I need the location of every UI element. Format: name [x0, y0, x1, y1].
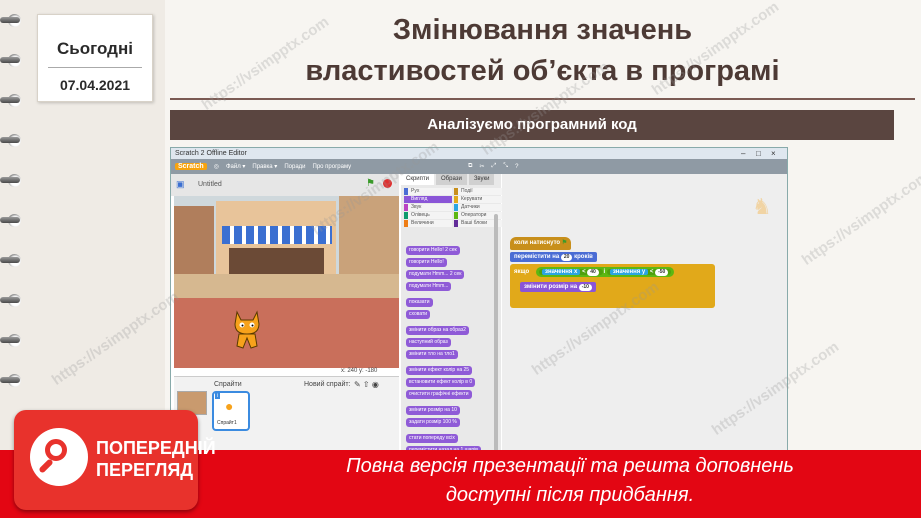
preview-badge: ПОПЕРЕДНІЙ ПЕРЕГЛЯД [14, 410, 216, 510]
palette-block[interactable]: говорити Hello! 2 сек [406, 246, 460, 255]
and-operator-block[interactable]: значення x < 40 і значення y < -50 [536, 267, 675, 277]
menu-file[interactable]: Файл ▾ [226, 163, 245, 170]
tab-scripts[interactable]: Скрипти [401, 174, 434, 185]
grow-icon[interactable]: ⤢ [491, 163, 496, 170]
if-block[interactable]: якщо значення x < 40 і значення y < -50 … [510, 264, 715, 308]
project-title[interactable]: Untitled [198, 181, 222, 188]
binder-rings [0, 6, 26, 406]
close-icon[interactable]: × [771, 148, 776, 159]
palette-block[interactable]: говорити Hello! [406, 258, 447, 267]
sprite-name: Спрайт1 [217, 420, 237, 426]
preview-line2: ПЕРЕГЛЯД [96, 460, 194, 480]
palette-scrollbar[interactable] [494, 214, 498, 464]
if-label: якщо [514, 269, 530, 275]
category-pen[interactable]: Олівець [404, 212, 452, 219]
slide-title-line1: Змінювання значень [392, 14, 693, 46]
help-icon[interactable]: ? [515, 164, 518, 170]
sprite-thumbnail[interactable]: i ● Спрайт1 [212, 391, 250, 431]
lesson-date: 07.04.2021 [59, 77, 131, 93]
category-list: Рух Події Вигляд Керувати Звук Датчики О… [401, 185, 502, 230]
globe-icon[interactable]: ◎ [214, 163, 219, 170]
category-sound[interactable]: Звук [404, 204, 452, 211]
preview-line1: ПОПЕРЕДНІЙ [96, 438, 216, 458]
when-flag-clicked-block[interactable]: коли натиснуто ⚑ [510, 237, 572, 250]
minimize-icon[interactable]: – [741, 148, 745, 159]
palette-block[interactable]: наступний образ [406, 338, 451, 347]
y-position-block[interactable]: значення y [609, 269, 649, 275]
menu-edit[interactable]: Правка ▾ [252, 163, 277, 170]
slide-title: Змінювання значень властивостей об’єкта … [170, 10, 915, 92]
delete-icon[interactable]: ✂ [479, 163, 484, 170]
cat-thumb-icon: ● [225, 398, 234, 414]
window-title: Scratch 2 Offline Editor [175, 150, 247, 157]
sprite-ghost-icon: ♞ [752, 194, 772, 219]
stop-icon[interactable] [383, 179, 392, 188]
palette-block[interactable]: сховати [406, 310, 431, 319]
tab-costumes[interactable]: Образи [436, 174, 467, 185]
palette-block[interactable]: стати попереду всіх [406, 434, 458, 443]
scripts-area[interactable]: ♞ коли натиснуто ⚑ перемістити на 20 кро… [502, 174, 787, 479]
menu-bar: Scratch ◎ Файл ▾ Правка ▾ Поради Про про… [171, 159, 787, 174]
palette-block[interactable]: подумати Hmm... [406, 282, 452, 291]
new-sprite-tools[interactable]: ✎ ⇧ ◉ [354, 380, 379, 389]
palette-block[interactable]: встановити ефект колір в 0 [406, 378, 476, 387]
category-control[interactable]: Керувати [454, 196, 502, 203]
change-size-block[interactable]: змінити розмір на -10 [520, 282, 596, 292]
fullscreen-icon[interactable]: ▣ [176, 179, 185, 190]
menu-tips[interactable]: Поради [284, 164, 305, 170]
category-data[interactable]: Величини [404, 220, 452, 227]
slide-title-line2: властивостей об’єкта в програмі [305, 55, 780, 87]
mouse-coords: x: 240 y: -180 [341, 368, 378, 374]
palette-block[interactable]: подумати Hmm... 2 сек [406, 270, 465, 279]
palette-block[interactable]: показати [406, 298, 433, 307]
tab-sounds[interactable]: Звуки [468, 174, 495, 185]
x-position-block[interactable]: значення x [542, 269, 581, 275]
palette-block[interactable]: змінити образ на образ2 [406, 326, 469, 335]
scratch-editor-window: Scratch 2 Offline Editor – □ × Scratch ◎… [170, 147, 788, 480]
watermark: https://vsimpptx.com [798, 168, 921, 269]
category-looks[interactable]: Вигляд [404, 196, 452, 203]
store-awning [222, 226, 332, 244]
date-card: Сьогодні 07.04.2021 [37, 14, 153, 102]
stage[interactable] [174, 196, 399, 368]
palette-block[interactable]: змінити ефект колір на 25 [406, 366, 473, 375]
category-motion[interactable]: Рух [404, 188, 452, 195]
block-palette: Скрипти Образи Звуки Рух Події Вигляд Ке… [401, 174, 502, 479]
lt-operator-block-1[interactable]: значення x < 40 [539, 269, 604, 276]
maximize-icon[interactable]: □ [756, 148, 761, 159]
new-sprite-label: Новий спрайт: [304, 381, 351, 388]
palette-block[interactable]: очистити графічні ефекти [406, 390, 472, 399]
green-flag-icon[interactable]: ⚑ [366, 178, 375, 189]
today-label: Сьогодні [57, 39, 133, 58]
stage-header: ▣ Untitled ⚑ [171, 174, 399, 196]
section-banner: Аналізуємо програмний код [170, 110, 894, 140]
category-events[interactable]: Події [454, 188, 502, 195]
scratch-logo: Scratch [175, 163, 207, 170]
window-titlebar: Scratch 2 Offline Editor – □ × [171, 148, 787, 159]
street [174, 298, 399, 368]
duplicate-icon[interactable]: ⧉ [468, 163, 472, 170]
shrink-icon[interactable]: ⤡ [503, 163, 508, 170]
sprites-label: Спрайти [214, 381, 242, 388]
magnifier-icon [30, 428, 88, 486]
cat-sprite[interactable] [229, 308, 265, 352]
footer-line1: Повна версія презентації та решта доповн… [346, 455, 794, 477]
palette-block[interactable]: задати розмір 100 % [406, 418, 460, 427]
menu-about[interactable]: Про програму [313, 164, 352, 170]
lt-operator-block-2[interactable]: значення y < -50 [606, 269, 672, 276]
category-sensing[interactable]: Датчики [454, 204, 502, 211]
move-steps-block[interactable]: перемістити на 20 кроків [510, 252, 597, 262]
footer-line2: доступні після придбання. [445, 484, 695, 506]
title-divider [170, 98, 915, 100]
palette-block[interactable]: змінити розмір на 10 [406, 406, 460, 415]
palette-block[interactable]: змінити тло на тло1 [406, 350, 458, 359]
